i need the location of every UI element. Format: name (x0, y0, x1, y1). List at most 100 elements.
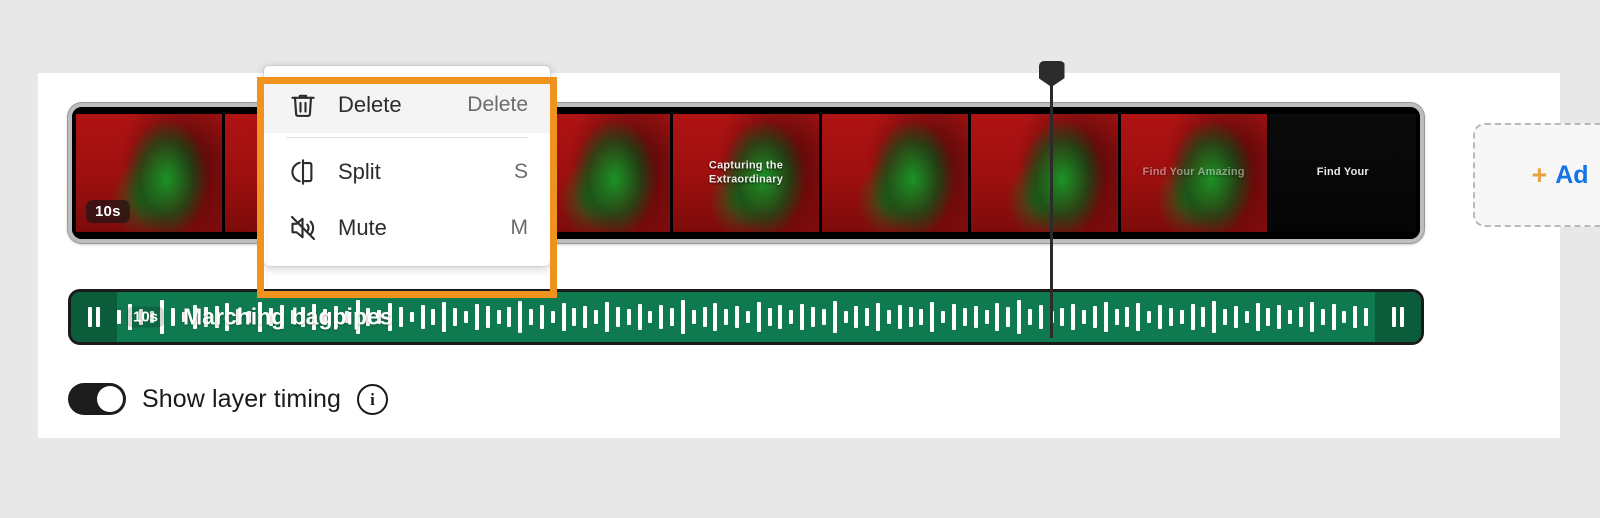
plus-icon: + (1531, 159, 1548, 190)
waveform-bar (1158, 305, 1162, 329)
waveform-bar (1017, 300, 1022, 334)
waveform-bar (420, 305, 425, 329)
waveform-bar (626, 309, 631, 325)
waveform-bar (431, 309, 436, 325)
waveform-bar (1266, 308, 1271, 326)
audio-clip-track[interactable]: 10s Marching bagpipes (68, 289, 1424, 345)
waveform-bar (691, 310, 696, 324)
waveform-bar (398, 307, 403, 327)
waveform-bar (496, 310, 501, 324)
show-layer-timing-row: Show layer timing i (68, 383, 389, 415)
waveform-bar (1071, 304, 1076, 330)
waveform-bar (789, 310, 794, 324)
thumbnail-text-overlay: Find Your (1316, 166, 1369, 179)
context-menu-label: Delete (338, 92, 402, 117)
waveform-bar (1364, 308, 1369, 326)
waveform-bar (1331, 304, 1336, 330)
menu-divider (286, 137, 528, 138)
audio-trim-handle-left[interactable] (71, 292, 117, 342)
clip-context-menu[interactable]: Delete Delete Split S Mute M (264, 66, 550, 266)
context-menu-shortcut: S (513, 160, 528, 183)
waveform-bar (908, 307, 913, 327)
waveform-bar (865, 308, 870, 326)
video-thumbnail[interactable] (822, 114, 969, 232)
trash-icon (286, 88, 320, 122)
waveform-bar (117, 310, 121, 324)
thumbnail-image (822, 114, 969, 232)
thumbnail-image (971, 114, 1118, 232)
waveform-bar (680, 300, 685, 334)
waveform-bar (1212, 301, 1217, 333)
context-menu-shortcut: Delete (467, 93, 528, 116)
waveform-bar (1114, 309, 1119, 325)
context-menu-item-split[interactable]: Split S (264, 144, 550, 200)
waveform-bar (1223, 309, 1228, 325)
waveform-bar (637, 304, 642, 330)
waveform-bar (615, 307, 620, 327)
waveform-bar (745, 311, 750, 323)
waveform-bar (648, 311, 653, 323)
waveform-bar (1027, 309, 1032, 325)
waveform-bar (485, 306, 490, 328)
info-icon[interactable]: i (357, 383, 389, 415)
waveform-bar (594, 310, 599, 324)
waveform-bar (670, 308, 675, 326)
waveform-bar (1298, 307, 1303, 327)
waveform-bar (1320, 309, 1325, 325)
waveform-bar (1288, 310, 1293, 324)
video-duration-badge: 10s (86, 200, 130, 223)
waveform-bar (756, 302, 761, 332)
timeline-playhead[interactable] (1038, 61, 1065, 338)
waveform-bar (1006, 307, 1011, 327)
waveform-bar (572, 308, 577, 326)
waveform-bar (713, 303, 718, 331)
waveform-bar (832, 301, 837, 333)
waveform-bar (1092, 306, 1097, 328)
video-thumbnail[interactable] (971, 114, 1118, 232)
waveform-bar (529, 309, 534, 325)
waveform-bar (171, 308, 176, 326)
audio-clip-title: Marching bagpipes (183, 303, 393, 330)
audio-trim-handle-right[interactable] (1375, 292, 1421, 342)
context-menu-item-delete[interactable]: Delete Delete (264, 77, 550, 133)
waveform-bar (800, 304, 805, 330)
waveform-bar (1353, 306, 1358, 328)
waveform-bar (1233, 306, 1238, 328)
waveform-bar (811, 307, 815, 327)
waveform-bar (995, 303, 1000, 331)
video-thumbnail[interactable]: Find Your Amazing (1120, 114, 1267, 232)
waveform-bar (821, 309, 826, 325)
waveform-bar (1082, 310, 1087, 324)
waveform-bar (659, 305, 664, 329)
waveform-bar (1125, 307, 1130, 327)
show-layer-timing-label: Show layer timing (142, 384, 342, 413)
waveform-bar (854, 306, 859, 328)
video-thumbnail[interactable]: Find Your (1269, 114, 1416, 232)
waveform-bar (778, 305, 783, 329)
show-layer-timing-toggle[interactable] (68, 383, 126, 415)
waveform-bar (474, 304, 479, 330)
waveform-bar (724, 309, 729, 325)
waveform-bar (843, 311, 848, 323)
waveform-bar (1244, 311, 1249, 323)
waveform-bar (919, 309, 924, 325)
waveform-bar (1136, 303, 1141, 331)
add-media-button[interactable]: + Ad (1473, 123, 1600, 227)
context-menu-item-mute[interactable]: Mute M (264, 200, 550, 256)
context-menu-label: Mute (338, 215, 387, 240)
add-media-label: Ad (1555, 160, 1589, 189)
waveform-bar (767, 308, 772, 326)
waveform-bar (897, 305, 902, 329)
waveform-bar (453, 308, 458, 326)
waveform-bar (973, 306, 978, 328)
waveform-bar (507, 307, 512, 327)
waveform-bar (1168, 308, 1173, 326)
waveform-bar (702, 307, 707, 327)
context-menu-shortcut: M (510, 216, 529, 239)
thumbnail-text-overlay: Find Your Amazing (1142, 166, 1245, 179)
menu-top-spacer (264, 66, 550, 77)
context-menu-label: Split (338, 159, 381, 184)
waveform-bar (886, 310, 891, 324)
waveform-bar (1277, 305, 1282, 329)
video-thumbnail[interactable]: Capturing the Extraordinary (672, 114, 820, 232)
